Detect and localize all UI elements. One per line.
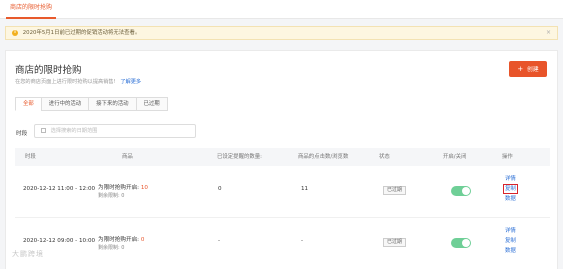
watermark: 大鹏跨境 xyxy=(12,250,44,258)
status-badge: 已过期 xyxy=(383,238,407,247)
data-link[interactable]: 数据 xyxy=(505,247,516,255)
toggle-knob xyxy=(462,239,470,247)
row-product-enabled: 为限时抢购开启: 10 xyxy=(98,183,148,191)
table-header: 时段 商品 已设定提醒的数量: 商品的点击数/浏览数 状态 开启/关闭 操作 xyxy=(15,148,550,166)
tab-ongoing[interactable]: 进行中的活动 xyxy=(40,97,90,111)
tab-all[interactable]: 全部 xyxy=(15,97,42,111)
create-button[interactable]: + 创建 xyxy=(509,61,547,77)
subtitle-text: 在您的商店页面上进行限时抢购以提高销售! xyxy=(15,79,116,85)
table-row: 2020-12-12 11:00 - 12:00 为限时抢购开启: 10 剩余限… xyxy=(15,166,550,218)
row-reminders: 0 xyxy=(218,186,222,192)
column-header-product: 商品 xyxy=(122,154,133,160)
product-enabled-label: 为限时抢购开启: xyxy=(98,237,140,243)
tab-upcoming[interactable]: 接下来的活动 xyxy=(88,97,137,111)
copy-link[interactable]: 复制 xyxy=(503,184,518,194)
column-header-status: 状态 xyxy=(379,154,390,160)
tab-expired[interactable]: 已过期 xyxy=(135,97,168,111)
enable-toggle[interactable] xyxy=(451,238,471,248)
close-icon[interactable]: × xyxy=(546,27,551,39)
calendar-icon xyxy=(41,128,46,133)
product-enabled-label: 为限时抢购开启: xyxy=(98,185,140,191)
plus-icon: + xyxy=(517,65,524,73)
page-subtitle: 在您的商店页面上进行限时抢购以提高销售! 了解更多 xyxy=(15,78,141,85)
status-tabs: 全部 进行中的活动 接下来的活动 已过期 xyxy=(15,97,168,111)
notice-text: 2020年5月1日前已过期的促销活动将无法查看。 xyxy=(22,30,141,36)
main-card: 商店的限时抢购 在您的商店页面上进行限时抢购以提高销售! 了解更多 + 创建 全… xyxy=(5,50,558,269)
product-enabled-count: 0 xyxy=(140,237,145,243)
column-header-period: 时段 xyxy=(25,154,36,160)
product-enabled-count: 10 xyxy=(140,185,148,191)
row-product-stock: 剩余限制: 0 xyxy=(98,244,124,251)
column-header-actions: 操作 xyxy=(502,154,513,160)
product-stock-label: 剩余限制: xyxy=(98,193,120,199)
top-tab-flash-sale[interactable]: 商店的限时抢购 xyxy=(6,0,57,19)
date-range-input[interactable]: 选择搜索的日期范围 xyxy=(34,124,196,138)
product-stock-count: 0 xyxy=(121,245,125,251)
copy-link[interactable]: 复制 xyxy=(505,237,516,245)
learn-more-link[interactable]: 了解更多 xyxy=(120,79,141,85)
column-header-reminders: 已设定提醒的数量: xyxy=(217,154,262,160)
product-stock-label: 剩余限制: xyxy=(98,245,120,251)
data-link[interactable]: 数据 xyxy=(505,195,516,203)
notice-banner: i 2020年5月1日前已过期的促销活动将无法查看。 × xyxy=(5,26,558,40)
column-header-clicks: 商品的点击数/浏览数 xyxy=(298,154,349,160)
product-stock-count: 0 xyxy=(121,193,125,199)
status-badge: 已过期 xyxy=(383,186,407,195)
date-range-placeholder: 选择搜索的日期范围 xyxy=(50,128,98,134)
row-reminders: - xyxy=(218,238,221,244)
enable-toggle[interactable] xyxy=(451,186,471,196)
column-header-toggle: 开启/关闭 xyxy=(443,154,467,160)
row-product-enabled: 为限时抢购开启: 0 xyxy=(98,235,144,243)
row-clicks: - xyxy=(301,238,304,244)
row-clicks: 11 xyxy=(301,186,309,192)
toggle-knob xyxy=(462,187,470,195)
details-link[interactable]: 详情 xyxy=(505,227,516,235)
row-period: 2020-12-12 11:00 - 12:00 xyxy=(23,186,96,192)
row-period: 2020-12-12 09:00 - 10:00 xyxy=(23,238,96,244)
row-product-stock: 剩余限制: 0 xyxy=(98,192,124,199)
top-bar: 商店的限时抢购 xyxy=(0,0,563,19)
create-button-label: 创建 xyxy=(527,67,539,73)
period-filter-label: 时段 xyxy=(16,131,28,137)
table-row: 2020-12-12 09:00 - 10:00 为限时抢购开启: 0 剩余限制… xyxy=(15,218,550,269)
info-icon: i xyxy=(12,29,18,36)
details-link[interactable]: 详情 xyxy=(505,175,516,183)
page-title: 商店的限时抢购 xyxy=(15,65,82,76)
